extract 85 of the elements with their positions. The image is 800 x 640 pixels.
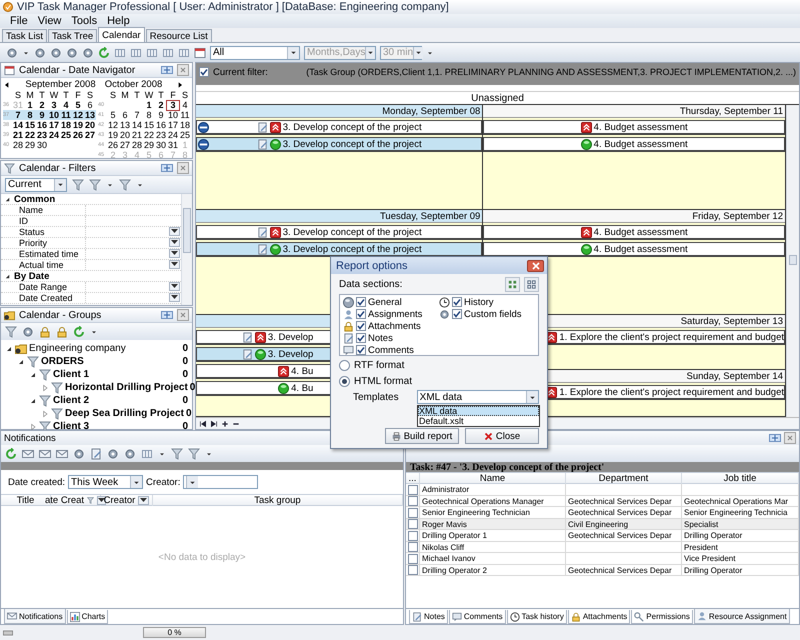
pane-title: Notifications — [4, 432, 56, 444]
event-title: 4. Bu — [291, 366, 314, 376]
filter-label: Actual time — [1, 260, 86, 270]
dialog-title: Report options — [336, 260, 408, 272]
resource-header: Unassigned — [471, 92, 524, 104]
table-cell: Drilling Operator — [682, 564, 799, 576]
table-cell: Michael Ivanov — [420, 553, 566, 564]
table-cell: Geotechnical Services Depar — [566, 507, 682, 518]
table-cell: Senior Engineering Technicia — [682, 507, 799, 518]
event-title: 3. Develop concept of the project — [282, 138, 422, 150]
radio-label: RTF format — [354, 360, 404, 370]
month-title: October 2008 — [104, 79, 162, 90]
weekday-label: F — [169, 90, 177, 100]
panel-title: Calendar - Filters — [19, 162, 97, 174]
task-count: 0 — [182, 369, 188, 380]
table-cell: Geotechnical Services Depar — [566, 564, 682, 576]
filter-label: Date Created — [1, 293, 86, 303]
event-title: 3. Develop — [268, 348, 314, 360]
checkbox-label: Assignments — [368, 308, 422, 320]
weekday-label: T — [133, 90, 141, 100]
checkbox-label: Comments — [368, 344, 414, 356]
day-header: Monday, September 08 — [196, 105, 482, 118]
table-cell: Administrator — [420, 484, 566, 495]
event-title: 4. Budget assessment — [594, 138, 688, 150]
filter-label: Status — [1, 227, 86, 237]
section-label: Data sections: — [339, 279, 404, 290]
event-title: 1. Explore the client's project requirement and budget — [559, 332, 784, 342]
task-count: 0 — [190, 382, 196, 393]
filter-expression: (Task Group (ORDERS,Client 1,1. PRELIMINARY PLANNING AND ASSESSMENT,3. PROJECT IMPLEMENTATION,2. ...) — [306, 67, 796, 77]
event-title: 3. Develop — [268, 332, 314, 342]
weekday-label: S — [86, 90, 94, 100]
weekday-label: T — [38, 90, 46, 100]
filter-label: Date Range — [1, 282, 86, 292]
window-title: VIP Task Manager Professional [ User: Administrator ] [DataBase: Engineering company] — [17, 1, 449, 13]
filter-group-label: By Date — [14, 270, 50, 282]
event-title: 3. Develop concept of the project — [282, 122, 422, 132]
filter-label: ID — [1, 216, 86, 226]
weekday-label: T — [62, 90, 70, 100]
checkbox-label: History — [464, 296, 494, 308]
weekday-label: T — [157, 90, 165, 100]
field-label: Date created: — [8, 476, 66, 488]
task-count: 0 — [182, 343, 188, 354]
task-count: 0 — [186, 408, 192, 419]
weekday-label: S — [108, 90, 117, 100]
task-count: 0 — [182, 421, 188, 432]
empty-message: <No data to display> — [158, 552, 246, 562]
weekday-label: M — [120, 90, 130, 100]
event-title: 4. Budget assessment — [594, 122, 688, 132]
filter-label: Priority — [1, 238, 86, 248]
weekday-label: M — [25, 90, 35, 100]
event-title: 4. Budget assessment — [594, 244, 688, 254]
table-cell: Drilling Operator — [682, 530, 799, 541]
filter-label: Name — [1, 205, 86, 215]
checkbox-label: Notes — [368, 332, 393, 344]
checkbox-label: Attachments — [368, 320, 421, 332]
table-cell: Drilling Operator 2 — [420, 564, 566, 576]
progress-text: 0 % — [168, 628, 182, 637]
event-title: 4. Budget assessment — [594, 226, 688, 238]
table-cell: Vice President — [682, 553, 799, 564]
filter-label: Estimated time — [1, 249, 86, 259]
event-title: 3. Develop concept of the project — [282, 226, 422, 238]
weekday-label: F — [74, 90, 82, 100]
panel-title: Calendar - Date Navigator — [19, 64, 136, 76]
task-count: 0 — [182, 356, 188, 367]
task-header: Task: #47 - '3. Develop concept of the project' — [410, 462, 604, 472]
day-header: Tuesday, September 09 — [196, 210, 482, 223]
table-cell: Geotechnical Services Depar — [566, 530, 682, 541]
event-title: 4. Bu — [291, 382, 314, 394]
filter-label: Current filter: — [213, 67, 269, 78]
event-title: 3. Develop concept of the project — [282, 244, 422, 254]
field-label: Creator: — [146, 476, 180, 488]
table-cell: Senior Engineering Technician — [420, 507, 566, 518]
task-count: 0 — [182, 395, 188, 406]
weekday-label: S — [180, 90, 189, 100]
event-title: 1. Explore the client's project requirement and budget — [559, 386, 784, 398]
day-header: Friday, September 12 — [483, 210, 785, 223]
panel-title: Calendar - Groups — [19, 310, 102, 320]
month-title: September 2008 — [25, 79, 96, 90]
checkbox-label: General — [368, 296, 402, 308]
filter-group-label: Common — [14, 194, 56, 204]
weekday-label: S — [14, 90, 22, 100]
table-cell: Drilling Operator 1 — [420, 530, 566, 541]
day-header: Thursday, September 11 — [483, 105, 785, 118]
weekday-label: W — [48, 90, 60, 100]
weekday-label: W — [144, 90, 154, 100]
